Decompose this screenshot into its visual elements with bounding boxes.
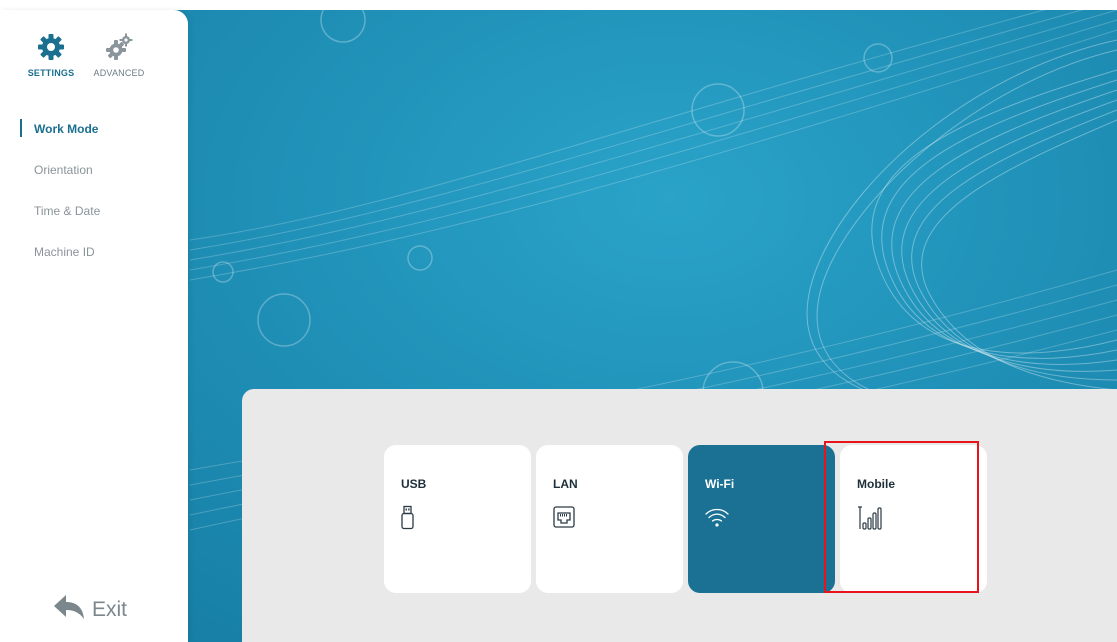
wifi-icon: [704, 505, 730, 534]
menu-item-label: Orientation: [34, 163, 93, 177]
option-wifi-label: Wi-Fi: [705, 477, 735, 491]
menu-item-label: Time & Date: [34, 204, 101, 218]
option-lan[interactable]: LAN: [536, 445, 683, 593]
menu-item-label: Work Mode: [34, 122, 99, 136]
top-tabs: SETTINGS ADVANCED: [20, 32, 170, 92]
tab-advanced-label: ADVANCED: [93, 68, 145, 78]
menu-item-time-date[interactable]: Time & Date: [0, 200, 188, 241]
work-mode-panel: USB LAN Wi-Fi Mobile: [242, 389, 1117, 642]
option-mobile[interactable]: Mobile: [840, 445, 987, 593]
option-usb[interactable]: USB: [384, 445, 531, 593]
tab-settings[interactable]: SETTINGS: [20, 32, 82, 90]
settings-menu: Work Mode Orientation Time & Date Machin…: [0, 118, 188, 282]
menu-item-label: Machine ID: [34, 245, 95, 259]
menu-item-machine-id[interactable]: Machine ID: [0, 241, 188, 282]
exit-label: Exit: [92, 598, 128, 621]
usb-stick-icon: [400, 505, 416, 536]
menu-item-orientation[interactable]: Orientation: [0, 159, 188, 200]
back-arrow-icon: [52, 592, 92, 628]
exit-button[interactable]: Exit: [52, 590, 127, 630]
active-indicator: [20, 119, 22, 137]
sidebar: SETTINGS ADVANCED Work Mode Orientation …: [0, 10, 188, 642]
tab-settings-label: SETTINGS: [27, 68, 75, 78]
option-mobile-label: Mobile: [857, 477, 895, 491]
gear-icon: [36, 32, 66, 62]
menu-item-work-mode[interactable]: Work Mode: [0, 118, 188, 159]
option-wifi[interactable]: Wi-Fi: [688, 445, 835, 593]
option-lan-label: LAN: [553, 477, 578, 491]
cellular-signal-icon: [856, 505, 882, 536]
option-usb-label: USB: [401, 477, 427, 491]
gears-icon: [104, 32, 134, 62]
tab-advanced[interactable]: ADVANCED: [88, 32, 150, 90]
ethernet-port-icon: [552, 505, 576, 534]
